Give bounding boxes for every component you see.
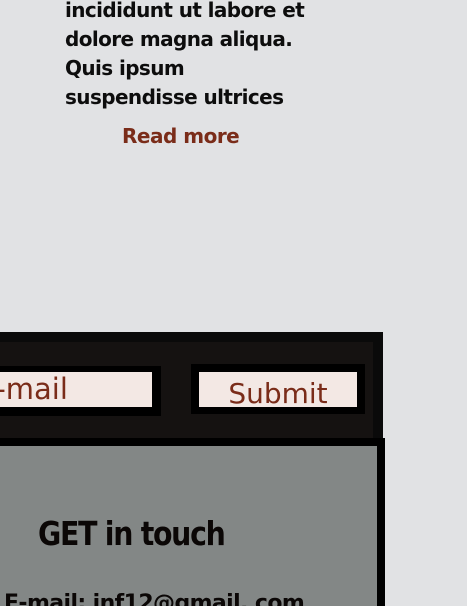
contact-email: E-mail: inf12@gmail. com [4,591,305,606]
submit-button[interactable]: Submit [199,372,357,410]
page: incididunt ut labore et dolore magna ali… [0,0,467,606]
contact-title: GET in touch [38,514,226,553]
card-description-line: dolore magna aliqua. [65,27,293,51]
email-field[interactable] [0,372,152,407]
card-description-line: Quis ipsum [65,56,185,80]
read-more-link[interactable]: Read more [122,122,240,150]
card-description: incididunt ut labore et dolore magna ali… [65,0,305,112]
card-description-line: suspendisse ultrices [65,85,284,109]
card-description-line: incididunt ut labore et [65,0,305,22]
